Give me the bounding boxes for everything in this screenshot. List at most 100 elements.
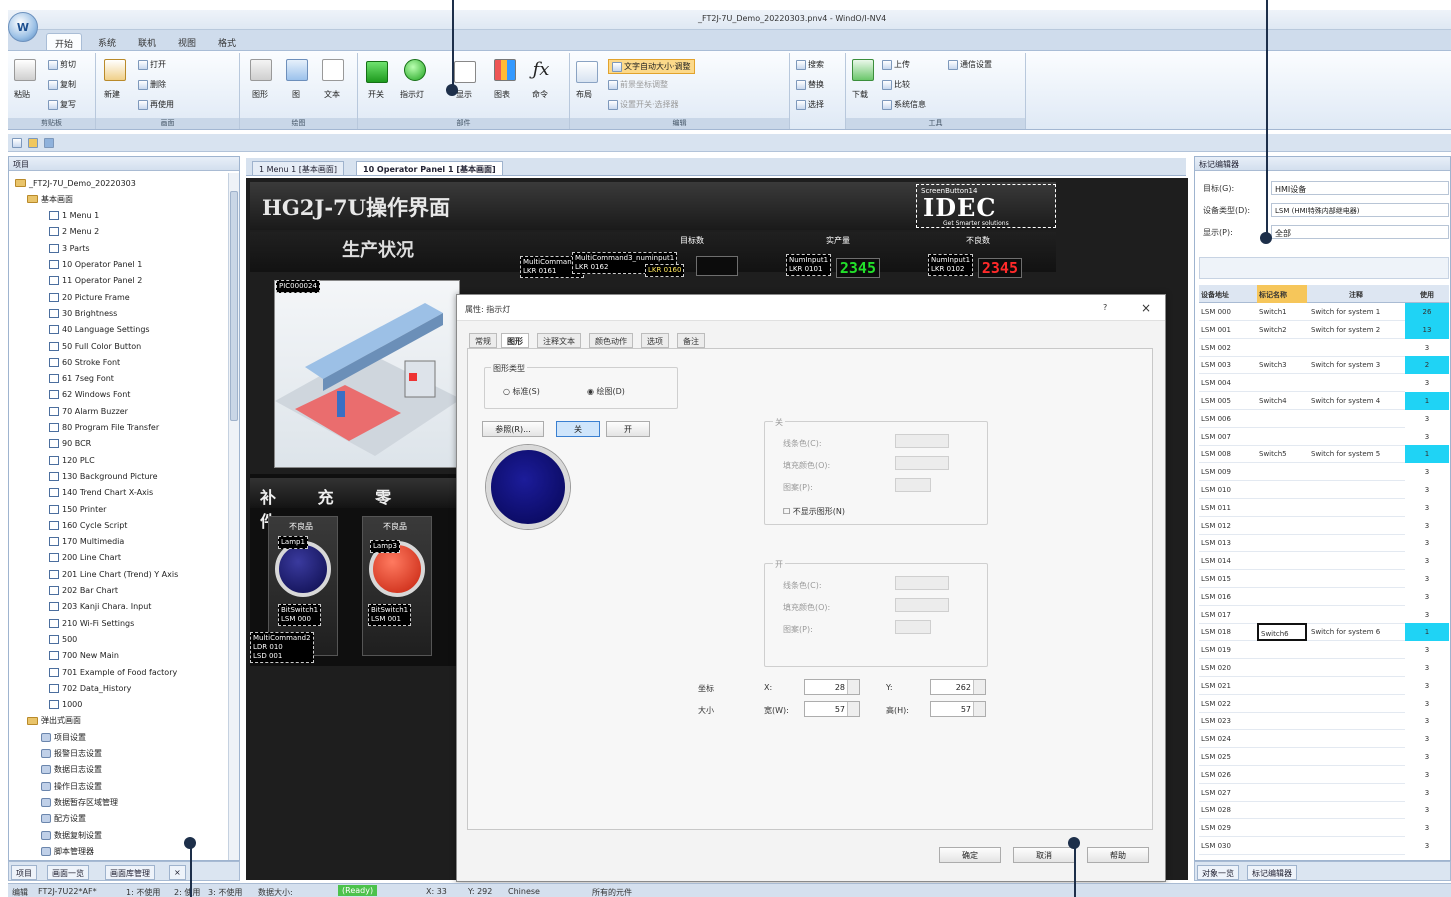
tree-item-screen[interactable]: 62 Windows Font xyxy=(49,387,130,403)
cell-comment[interactable]: Switch for system 3 xyxy=(1309,356,1403,374)
tree-item-screen[interactable]: 160 Cycle Script xyxy=(49,517,127,533)
cell-address[interactable]: LSM 007 xyxy=(1199,428,1255,446)
table-row[interactable]: LSM 001 Switch2 Switch for system 2 13 xyxy=(1199,320,1449,339)
cell-usage[interactable]: 3 xyxy=(1405,712,1449,731)
search-button[interactable]: 搜索 xyxy=(796,59,824,70)
tab-color-action[interactable]: 颜色动作 xyxy=(589,333,633,348)
cell-address[interactable]: LSM 028 xyxy=(1199,801,1255,819)
compare-button[interactable]: 比较 xyxy=(882,79,910,90)
cell-tag-name[interactable]: Switch4 xyxy=(1257,392,1307,410)
cell-usage[interactable]: 3 xyxy=(1405,481,1449,499)
tree-item-screen[interactable]: 210 Wi-Fi Settings xyxy=(49,615,134,631)
table-row[interactable]: LSM 028 3 xyxy=(1199,801,1449,820)
cell-address[interactable]: LSM 021 xyxy=(1199,677,1255,695)
sysinfo-button[interactable]: 系统信息 xyxy=(882,99,926,110)
reference-button[interactable]: 参照(R)... xyxy=(482,421,544,437)
cell-address[interactable]: LSM 018 xyxy=(1199,623,1255,641)
multicommand2-tag[interactable]: MultiCommand2 LDR 010 LSD 001 xyxy=(250,632,314,663)
ribbon-tab-home[interactable]: 开始 xyxy=(46,33,83,50)
tree-item-screen[interactable]: 701 Example of Food factory xyxy=(49,664,177,680)
on-state-button[interactable]: 开 xyxy=(606,421,650,437)
cell-address[interactable]: LSM 024 xyxy=(1199,730,1255,748)
table-row[interactable]: LSM 006 3 xyxy=(1199,409,1449,428)
cell-comment[interactable] xyxy=(1309,730,1403,748)
cell-usage[interactable]: 1 xyxy=(1405,392,1449,410)
cell-comment[interactable] xyxy=(1309,712,1403,730)
cell-comment[interactable] xyxy=(1309,374,1403,392)
tree-item-screen[interactable]: 170 Multimedia xyxy=(49,534,124,550)
table-row[interactable]: LSM 009 3 xyxy=(1199,463,1449,482)
table-row[interactable]: LSM 015 3 xyxy=(1199,570,1449,588)
cell-tag-name[interactable] xyxy=(1257,428,1307,446)
cell-address[interactable]: LSM 030 xyxy=(1199,837,1255,855)
cell-tag-name[interactable] xyxy=(1257,730,1307,748)
replace-button[interactable]: 替换 xyxy=(796,79,824,90)
lamp1-tag[interactable]: Lamp1 xyxy=(278,536,308,549)
cell-tag-name[interactable] xyxy=(1257,588,1307,606)
tab-options[interactable]: 选项 xyxy=(641,333,669,348)
status-item[interactable]: 所有的元件 xyxy=(592,887,632,897)
cell-usage[interactable]: 13 xyxy=(1405,320,1449,339)
col-comment[interactable]: 注释 xyxy=(1309,285,1403,303)
paste-button[interactable]: 粘贴 xyxy=(14,89,30,100)
cell-address[interactable]: LSM 025 xyxy=(1199,748,1255,766)
cell-tag-name[interactable] xyxy=(1257,748,1307,766)
x-input[interactable]: 28 xyxy=(804,679,860,695)
close-icon[interactable]: × xyxy=(1141,301,1151,315)
select-button[interactable]: 选择 xyxy=(796,99,824,110)
table-row[interactable]: LSM 023 3 xyxy=(1199,712,1449,731)
new-file-icon[interactable] xyxy=(12,138,22,148)
cell-usage[interactable]: 3 xyxy=(1405,552,1449,571)
cell-tag-name[interactable] xyxy=(1257,606,1307,624)
cell-usage[interactable]: 3 xyxy=(1405,748,1449,766)
cell-tag-name[interactable] xyxy=(1257,339,1307,357)
tree-root[interactable]: _FT2J-7U_Demo_20220303 xyxy=(15,175,136,191)
table-row[interactable]: LSM 007 3 xyxy=(1199,427,1449,446)
factory-picture[interactable] xyxy=(274,280,461,468)
table-row[interactable]: LSM 011 3 xyxy=(1199,498,1449,517)
device-type-select[interactable]: LSM (HMI特殊内部继电器) xyxy=(1271,203,1449,217)
table-row[interactable]: LSM 017 3 xyxy=(1199,605,1449,624)
table-row[interactable]: LSM 003 Switch3 Switch for system 32 xyxy=(1199,356,1449,375)
tree-item-screen[interactable]: 20 Picture Frame xyxy=(49,289,130,305)
cell-usage[interactable]: 3 xyxy=(1405,570,1449,588)
cell-address[interactable]: LSM 022 xyxy=(1199,695,1255,713)
upload-button[interactable]: 上传 xyxy=(882,59,910,70)
width-input[interactable]: 57 xyxy=(804,701,860,717)
tree-item-screen[interactable]: 11 Operator Panel 2 xyxy=(49,273,142,289)
cell-comment[interactable] xyxy=(1309,606,1403,624)
table-row[interactable]: LSM 026 3 xyxy=(1199,765,1449,784)
tab-tag-editor[interactable]: 标记编辑器 xyxy=(1247,865,1297,880)
ribbon-tab-view[interactable]: 视图 xyxy=(170,33,204,50)
ribbon-tab-system[interactable]: 系统 xyxy=(90,33,124,50)
tab-close[interactable]: × xyxy=(169,865,186,880)
cell-address[interactable]: LSM 016 xyxy=(1199,588,1255,606)
table-row[interactable]: LSM 027 3 xyxy=(1199,783,1449,802)
layout-button[interactable]: 布局 xyxy=(576,89,592,100)
table-row[interactable]: LSM 021 3 xyxy=(1199,676,1449,695)
ribbon-tab-online[interactable]: 联机 xyxy=(130,33,164,50)
cell-address[interactable]: LSM 026 xyxy=(1199,766,1255,784)
cell-comment[interactable] xyxy=(1309,552,1403,570)
table-row[interactable]: LSM 020 3 xyxy=(1199,659,1449,677)
cell-usage[interactable]: 3 xyxy=(1405,534,1449,553)
cell-address[interactable]: LSM 010 xyxy=(1199,481,1255,499)
cell-address[interactable]: LSM 023 xyxy=(1199,712,1255,730)
cell-tag-name[interactable] xyxy=(1257,570,1307,588)
display-select[interactable]: 全部 xyxy=(1271,225,1449,239)
actual-count-display[interactable]: 2345 xyxy=(836,258,880,278)
cell-usage[interactable]: 2 xyxy=(1405,356,1449,375)
cell-tag-name[interactable]: Switch5 xyxy=(1257,445,1307,463)
cell-comment[interactable] xyxy=(1309,339,1403,357)
open-folder-icon[interactable] xyxy=(28,138,38,148)
ok-button[interactable]: 确定 xyxy=(939,847,1001,863)
cell-address[interactable]: LSM 015 xyxy=(1199,570,1255,588)
cell-tag-name[interactable] xyxy=(1257,463,1307,481)
lamp-button[interactable]: 指示灯 xyxy=(400,89,424,100)
cell-tag-name[interactable]: Switch1 xyxy=(1257,303,1307,321)
cell-tag-name[interactable] xyxy=(1257,659,1307,677)
cell-comment[interactable] xyxy=(1309,837,1403,855)
format-copy-button[interactable]: 复写 xyxy=(48,99,76,110)
cell-address[interactable]: LSM 013 xyxy=(1199,534,1255,552)
tree-item-screen[interactable]: 40 Language Settings xyxy=(49,322,150,338)
